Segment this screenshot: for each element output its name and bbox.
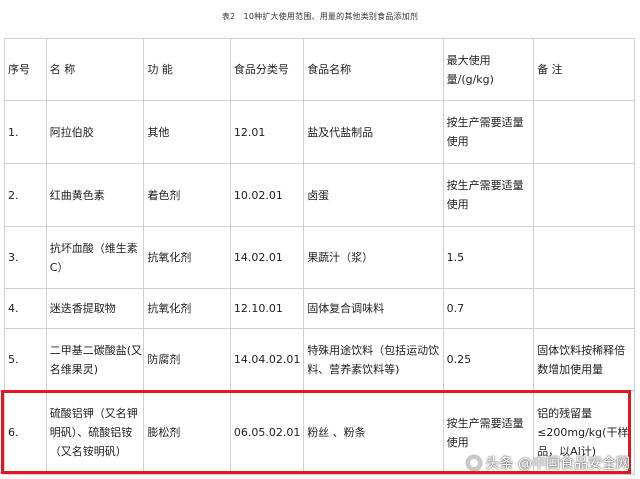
cell-name: 抗坏血酸（维生素C） — [45, 226, 145, 289]
cell-function: 膨松剂 — [143, 390, 231, 475]
cell-max: 按生产需要适量使用 — [442, 163, 535, 227]
cell-note — [533, 163, 635, 227]
toutiao-logo-icon — [465, 455, 482, 471]
table-row: 2. 红曲黄色素 着色剂 10.02.01 卤蛋 按生产需要适量使用 — [4, 163, 635, 227]
cell-function: 防腐剂 — [143, 328, 231, 391]
cell-no: 2. — [4, 163, 47, 227]
cell-no: 6. — [4, 390, 47, 475]
cell-note — [533, 100, 635, 164]
cell-function: 抗氧化剂 — [143, 288, 231, 329]
table-row: 1. 阿拉伯胶 其他 12.01 盐及代盐制品 按生产需要适量使用 — [4, 100, 635, 164]
header-cell: 备 注 — [533, 38, 635, 101]
header-cell: 食品名称 — [303, 38, 444, 101]
cell-note: 固体饮料按稀释倍数增加使用量 — [533, 328, 635, 391]
cell-max: 0.25 — [442, 328, 535, 391]
cell-food: 卤蛋 — [303, 163, 444, 227]
cell-max: 1.5 — [442, 226, 535, 289]
cell-function: 其他 — [143, 100, 231, 164]
cell-max: 按生产需要适量使用 — [442, 100, 535, 164]
cell-food: 固体复合调味料 — [303, 288, 444, 329]
cell-name: 红曲黄色素 — [45, 163, 145, 227]
table-caption: 表2 10种扩大使用范围、用量的其他类别食品添加剂 — [221, 12, 419, 21]
cell-no: 3. — [4, 226, 47, 289]
cell-code: 14.04.02.01 — [229, 328, 305, 391]
cell-no: 1. — [4, 100, 47, 164]
table-row: 3. 抗坏血酸（维生素C） 抗氧化剂 14.02.01 果蔬汁（浆） 1.5 — [4, 226, 635, 289]
cell-function: 抗氧化剂 — [143, 226, 231, 289]
cell-name: 迷迭香提取物 — [45, 288, 145, 329]
header-cell: 名 称 — [45, 38, 145, 101]
header-cell: 功 能 — [143, 38, 231, 101]
header-cell: 最大使用量/(g/kg) — [442, 38, 535, 101]
cell-name: 阿拉伯胶 — [45, 100, 145, 164]
cell-no: 4. — [4, 288, 47, 329]
table-header-row: 序号 名 称 功 能 食品分类号 食品名称 最大使用量/(g/kg) 备 注 — [4, 38, 635, 101]
cell-code: 10.02.01 — [229, 163, 305, 227]
cell-code: 14.02.01 — [229, 226, 305, 289]
cell-code: 12.10.01 — [229, 288, 305, 329]
watermark: 头条 @中国食品安全网 — [465, 453, 630, 473]
cell-name: 硫酸铝钾（又名钾明矾）、硫酸铝铵（又名铵明矾） — [45, 390, 145, 475]
cell-food: 果蔬汁（浆） — [303, 226, 444, 289]
watermark-text: 头条 @中国食品安全网 — [485, 456, 630, 472]
cell-code: 12.01 — [229, 100, 305, 164]
cell-function: 着色剂 — [143, 163, 231, 227]
cell-food: 特殊用途饮料（包括运动饮料、营养素饮料等) — [303, 328, 444, 391]
cell-max: 0.7 — [442, 288, 535, 329]
cell-food: 盐及代盐制品 — [303, 100, 444, 164]
cell-name: 二甲基二碳酸盐(又名维果灵) — [45, 328, 145, 391]
table-row: 4. 迷迭香提取物 抗氧化剂 12.10.01 固体复合调味料 0.7 — [4, 288, 635, 329]
additives-table: 序号 名 称 功 能 食品分类号 食品名称 最大使用量/(g/kg) 备 注 1… — [4, 38, 635, 475]
header-cell: 序号 — [4, 38, 47, 101]
cell-no: 5. — [4, 328, 47, 391]
cell-code: 06.05.02.01 — [229, 390, 305, 475]
header-cell: 食品分类号 — [229, 38, 305, 101]
cell-food: 粉丝 、粉条 — [303, 390, 444, 475]
table-row: 5. 二甲基二碳酸盐(又名维果灵) 防腐剂 14.04.02.01 特殊用途饮料… — [4, 328, 635, 391]
cell-note — [533, 288, 635, 329]
cell-note — [533, 226, 635, 289]
